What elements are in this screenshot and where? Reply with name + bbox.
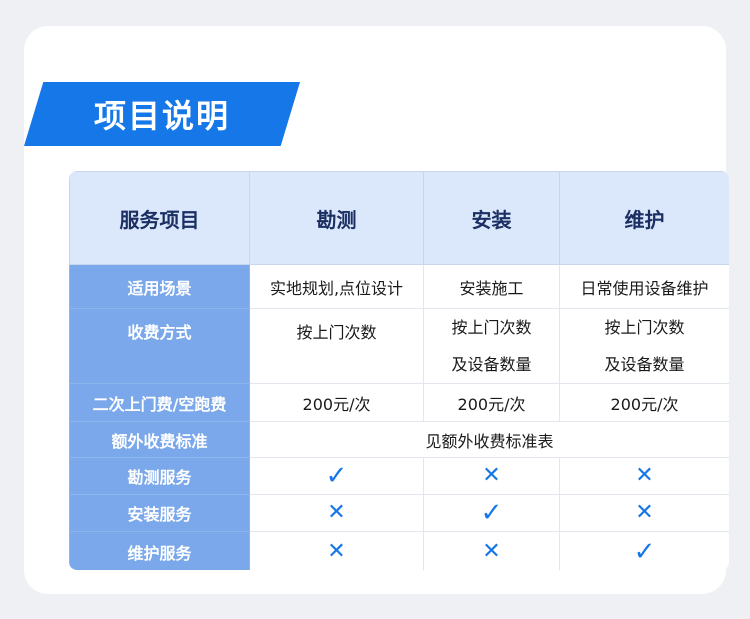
table-row-revisit-fee: 二次上门费/空跑费 200元/次 200元/次 200元/次 [69,383,729,422]
cell-survey-service-survey: ✓ [249,457,424,495]
cell-survey-charging: 按上门次数 [249,308,424,384]
section-title-banner: 项目说明 [24,82,300,146]
cell-survey-revisit-fee: 200元/次 [249,383,424,422]
check-icon: ✓ [480,498,503,528]
cross-icon: ✕ [635,500,654,525]
cell-install-revisit-fee: 200元/次 [423,383,560,422]
cell-maintenance-charging: 按上门次数 及设备数量 [559,308,729,384]
table-row-survey-service: 勘测服务 ✓ ✕ ✕ [69,457,729,495]
cell-install-service-survey: ✕ [249,494,424,532]
cell-install-charging-line1: 按上门次数 [451,318,532,337]
row-label-extra-charge: 额外收费标准 [69,421,250,458]
cross-icon: ✕ [327,500,346,525]
cell-extra-charge-merged: 见额外收费标准表 [249,421,729,458]
cell-maintenance-service-install: ✕ [423,531,560,570]
section-title: 项目说明 [93,97,230,135]
cell-maintenance-charging-line2: 及设备数量 [604,355,685,374]
cross-icon: ✕ [482,463,501,488]
table-row-install-service: 安装服务 ✕ ✓ ✕ [69,494,729,532]
check-icon: ✓ [325,461,348,491]
table-row-applicable-scenario: 适用场景 实地规划,点位设计 安装施工 日常使用设备维护 [69,264,729,309]
header-install: 安装 [423,171,560,265]
cell-maintenance-service-survey: ✕ [249,531,424,570]
cell-install-charging-line2: 及设备数量 [451,355,532,374]
header-service-item: 服务项目 [69,171,250,265]
table-row-extra-charge: 额外收费标准 见额外收费标准表 [69,421,729,458]
cross-icon: ✕ [482,539,501,564]
cell-install-scenario: 安装施工 [423,264,560,309]
table-row-charging-method: 收费方式 按上门次数 按上门次数 及设备数量 按上门次数 及设备数量 [69,308,729,384]
cell-install-service-maintenance: ✕ [559,494,729,532]
cell-install-charging: 按上门次数 及设备数量 [423,308,560,384]
cell-maintenance-revisit-fee: 200元/次 [559,383,729,422]
header-survey: 勘测 [249,171,424,265]
row-label-maintenance-service: 维护服务 [69,531,250,570]
row-label-survey-service: 勘测服务 [69,457,250,495]
cell-maintenance-charging-line1: 按上门次数 [604,318,685,337]
table-row-maintenance-service: 维护服务 ✕ ✕ ✓ [69,531,729,570]
cross-icon: ✕ [327,539,346,564]
row-label-revisit-fee: 二次上门费/空跑费 [69,383,250,422]
cell-survey-service-install: ✕ [423,457,560,495]
header-maintenance: 维护 [559,171,729,265]
row-label-charging-method: 收费方式 [69,308,250,384]
cross-icon: ✕ [635,463,654,488]
service-comparison-table: 服务项目 勘测 安装 维护 适用场景 实地规划,点位设计 安装施工 日常使用设备… [69,171,729,570]
cell-maintenance-scenario: 日常使用设备维护 [559,264,729,309]
table-header-row: 服务项目 勘测 安装 维护 [69,171,729,265]
row-label-install-service: 安装服务 [69,494,250,532]
row-label-applicable-scenario: 适用场景 [69,264,250,309]
check-icon: ✓ [633,537,656,567]
cell-survey-service-maintenance: ✕ [559,457,729,495]
service-table-wrapper: 服务项目 勘测 安装 维护 适用场景 实地规划,点位设计 安装施工 日常使用设备… [69,171,729,570]
cell-install-service-install: ✓ [423,494,560,532]
cell-maintenance-service-maintenance: ✓ [559,531,729,570]
project-description-card: 项目说明 服务项目 勘测 安装 维护 适用场景 实地规划,点位设计 安装施工 日… [24,26,729,594]
cell-survey-scenario: 实地规划,点位设计 [249,264,424,309]
